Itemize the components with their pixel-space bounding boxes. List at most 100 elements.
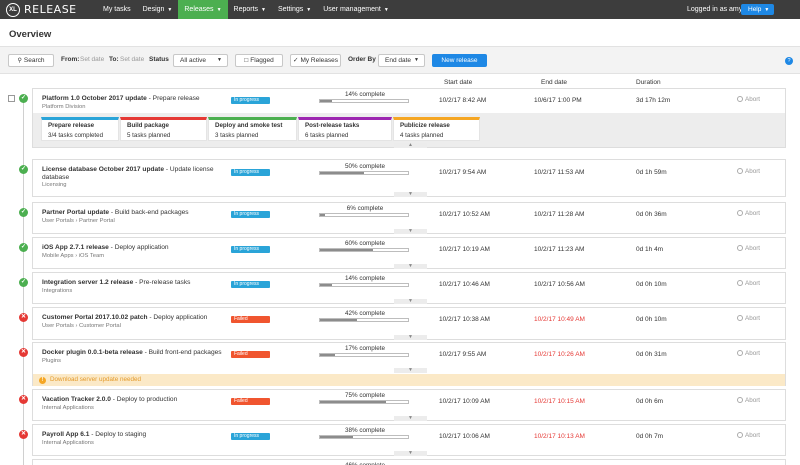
chevron-down-icon: ▼ — [217, 57, 222, 63]
nav-item-my-tasks[interactable]: My tasks — [97, 0, 137, 19]
abort-button[interactable]: Abort — [737, 315, 760, 322]
chevron-down-icon: ▼ — [414, 57, 419, 63]
release-title[interactable]: Vacation Tracker 2.0.0 - Deploy to produ… — [42, 396, 222, 404]
release-title[interactable]: Partner Portal update - Build back-end p… — [42, 209, 222, 217]
nav-item-settings[interactable]: Settings ▼ — [272, 0, 317, 19]
abort-label: Abort — [745, 432, 761, 439]
nav-item-label: User management — [323, 6, 381, 13]
phase-tasks: 6 tasks planned — [305, 132, 349, 139]
abort-button[interactable]: Abort — [737, 168, 760, 175]
abort-button[interactable]: Abort — [737, 350, 760, 357]
order-by-select[interactable]: End date ▼ — [378, 54, 425, 67]
phase-card[interactable]: Publicize release 4 tasks planned — [393, 117, 480, 141]
progress-bar-fill — [320, 100, 333, 102]
release-title[interactable]: License database October 2017 update - U… — [42, 166, 222, 182]
search-icon: ⚲ — [17, 58, 22, 64]
release-folder: User Portals › Customer Portal — [42, 323, 121, 329]
release-title[interactable]: Payroll App 6.1 - Deploy to staging — [42, 431, 222, 439]
phase-card[interactable]: Build package 5 tasks planned — [120, 117, 207, 141]
nav-item-label: Releases — [184, 6, 214, 13]
release-folder: Licensing — [42, 182, 67, 188]
end-date: 10/2/17 10:56 AM — [534, 281, 585, 288]
abort-button[interactable]: Abort — [737, 280, 760, 287]
release-row[interactable]: iOS App 2.7.1 release - Deploy applicati… — [32, 237, 786, 269]
abort-button[interactable]: Abort — [737, 245, 760, 252]
progress-label: 6% complete — [346, 205, 384, 212]
release-title[interactable]: Platform 1.0 October 2017 update - Prepa… — [42, 95, 222, 103]
status-badge: In progress — [231, 246, 270, 253]
app-logo[interactable]: XL RELEASE — [6, 2, 77, 17]
nav-item-user-management[interactable]: User management ▼ — [317, 0, 395, 19]
search-button[interactable]: ⚲ Search — [8, 54, 54, 67]
expand-toggle[interactable]: ▼ — [394, 229, 427, 234]
release-current-phase: - Build back-end packages — [109, 209, 189, 216]
expand-toggle[interactable]: ▼ — [394, 416, 427, 421]
nav-item-design[interactable]: Design ▼ — [137, 0, 179, 19]
phase-card[interactable]: Prepare release 3/4 tasks completed — [41, 117, 119, 141]
release-folder: Internal Applications — [42, 405, 94, 411]
release-row[interactable]: Docker plugin 0.0.1-beta release - Build… — [32, 342, 786, 386]
release-folder: Plugins — [42, 358, 62, 364]
abort-button[interactable]: Abort — [737, 210, 760, 217]
progress-bar-fill — [320, 172, 364, 174]
nav-item-releases[interactable]: Releases ▼ — [178, 0, 228, 19]
release-title[interactable]: Integration server 1.2 release - Pre-rel… — [42, 279, 222, 287]
expand-toggle[interactable]: ▼ — [394, 192, 427, 197]
to-date-input[interactable]: Set date — [120, 56, 144, 63]
help-icon[interactable]: ? — [785, 57, 793, 65]
release-row[interactable]: Customer Portal 2017.10.02 patch - Deplo… — [32, 307, 786, 340]
expand-toggle[interactable]: ▼ — [394, 451, 427, 456]
status-select[interactable]: All active ▼ — [173, 54, 228, 67]
nav-item-label: Settings — [277, 6, 304, 13]
progress-label: 60% complete — [345, 240, 385, 247]
check-circle-icon: ✓ — [19, 208, 28, 217]
help-button[interactable]: Help ▼ — [741, 4, 774, 15]
chevron-down-icon: ▼ — [261, 7, 266, 13]
check-circle-icon: ✓ — [19, 165, 28, 174]
flagged-filter-button[interactable]: □ Flagged — [235, 54, 283, 67]
release-name: iOS App 2.7.1 release — [42, 244, 109, 251]
progress-bar-fill — [320, 249, 373, 251]
release-title[interactable]: Docker plugin 0.0.1-beta release - Build… — [42, 349, 222, 357]
release-row[interactable]: Platform 1.0 October 2017 update - Prepa… — [32, 88, 786, 148]
warning-banner: ! Download server update needed — [33, 374, 785, 386]
new-release-button[interactable]: New release — [432, 54, 487, 67]
abort-button[interactable]: Abort — [737, 432, 760, 439]
expand-toggle[interactable]: ▼ — [394, 335, 427, 340]
release-name: License database October 2017 update — [42, 166, 165, 173]
abort-button[interactable]: Abort — [737, 397, 760, 404]
abort-label: Abort — [745, 397, 761, 404]
release-row[interactable]: License database October 2017 update - U… — [32, 159, 786, 197]
abort-label: Abort — [745, 96, 761, 103]
check-icon: ✓ — [292, 57, 299, 64]
status-select-value: All active — [180, 57, 207, 64]
release-name: Vacation Tracker 2.0.0 — [42, 396, 111, 403]
release-title[interactable]: Customer Portal 2017.10.02 patch - Deplo… — [42, 314, 222, 322]
nav-item-reports[interactable]: Reports ▼ — [228, 0, 272, 19]
phase-card[interactable]: Post-release tasks 6 tasks planned — [298, 117, 392, 141]
release-title[interactable]: iOS App 2.7.1 release - Deploy applicati… — [42, 244, 222, 252]
from-date-input[interactable]: Set date — [80, 56, 104, 63]
end-date: 10/2/17 11:53 AM — [534, 169, 585, 176]
release-name: Customer Portal 2017.10.02 patch — [42, 314, 148, 321]
abort-button[interactable]: Abort — [737, 96, 760, 103]
release-row[interactable]: Vacation Tracker 2.0.0 - Deploy to produ… — [32, 389, 786, 421]
release-row[interactable]: Partner Portal update - Build back-end p… — [32, 202, 786, 234]
select-release-checkbox[interactable] — [8, 95, 15, 102]
collapse-toggle[interactable]: ▲ — [394, 143, 427, 148]
progress-bar — [319, 318, 409, 322]
abort-icon — [737, 315, 743, 321]
release-row[interactable]: Integration server 1.2 release - Pre-rel… — [32, 272, 786, 304]
logo-text: RELEASE — [24, 3, 77, 16]
abort-label: Abort — [745, 280, 761, 287]
expand-toggle[interactable]: ▼ — [394, 264, 427, 269]
phase-card[interactable]: Deploy and smoke test 3 tasks planned — [208, 117, 297, 141]
duration: 0d 0h 31m — [636, 351, 667, 358]
expand-toggle[interactable]: ▼ — [394, 368, 427, 373]
my-releases-filter-button[interactable]: ✓ My Releases — [290, 54, 341, 67]
release-row[interactable]: Android App 2.7.1 release - Deploy appli… — [32, 459, 786, 465]
release-row[interactable]: Payroll App 6.1 - Deploy to staging Inter… — [32, 424, 786, 456]
abort-icon — [737, 397, 743, 403]
help-button-label: Help — [748, 6, 762, 13]
expand-toggle[interactable]: ▼ — [394, 299, 427, 304]
